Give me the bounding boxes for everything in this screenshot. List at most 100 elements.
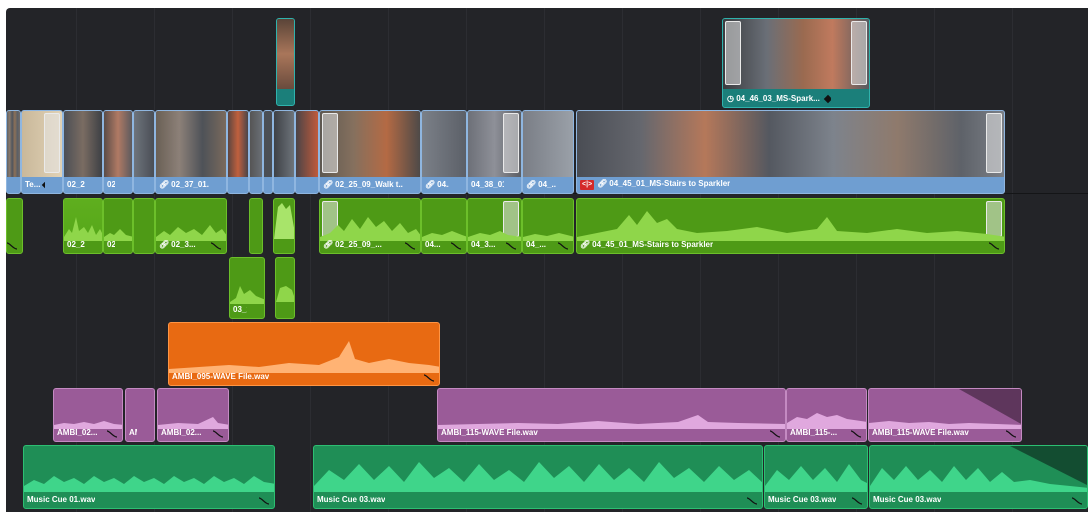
audio-clip[interactable]: 03_1... — [229, 257, 265, 319]
clip-thumbnail — [134, 111, 154, 177]
clip-thumbnail — [7, 111, 20, 177]
clip-label: 02_37_01... — [171, 180, 209, 189]
video-clip[interactable] — [295, 110, 319, 194]
audio-clip[interactable] — [249, 198, 263, 254]
clip-label: 04_46_03_MS-Spark... — [736, 94, 820, 103]
video-clip[interactable] — [249, 110, 263, 194]
speed-icon: ◷ — [727, 94, 734, 103]
audio-clip[interactable]: Music Cue 03.wav — [313, 445, 763, 509]
video-clip[interactable]: 🔗︎02_37_01... — [155, 110, 227, 194]
video-clip[interactable]: 🔗︎04_... — [522, 110, 574, 194]
waveform — [169, 341, 439, 373]
fade-curve-icon — [450, 242, 462, 250]
clip-label: Music Cue 03.wav — [873, 495, 942, 504]
video-clip[interactable]: 02... — [103, 110, 133, 194]
trim-handle-right[interactable] — [503, 113, 519, 173]
clip-thumbnail — [104, 111, 132, 177]
trim-handle-right[interactable] — [851, 21, 867, 85]
video-clip[interactable]: 02_25... — [63, 110, 103, 194]
video-clip[interactable] — [6, 110, 21, 194]
clip-thumbnail — [523, 111, 573, 177]
fade-curve-icon — [212, 430, 224, 438]
clip-label: AMBI_02... — [161, 428, 202, 437]
audio-clip[interactable]: 02_25... — [63, 198, 103, 254]
trim-handle-right[interactable] — [986, 113, 1002, 173]
fade-curve-icon — [746, 497, 758, 505]
audio-clip[interactable]: AMBI_115-WAVE File.wav — [868, 388, 1022, 442]
clip-label: 02_25... — [67, 180, 85, 189]
audio-clip[interactable]: 04_... — [522, 198, 574, 254]
audio-clip[interactable]: Music Cue 03.wav — [869, 445, 1088, 509]
audio-clip[interactable]: Music Cue 03.wav — [764, 445, 868, 509]
fade-curve-icon — [769, 430, 781, 438]
audio-clip[interactable] — [6, 198, 23, 254]
fade-curve-icon — [850, 430, 862, 438]
audio-clip[interactable]: 04... — [421, 198, 467, 254]
waveform — [438, 415, 785, 429]
waveform — [422, 231, 466, 241]
audio-clip[interactable]: 04_3... — [467, 198, 522, 254]
audio-clip[interactable]: 🔗︎ 02_3... — [155, 198, 227, 254]
link-icon: 🔗︎ — [323, 180, 334, 189]
trim-handle-left[interactable] — [322, 113, 338, 173]
audio-clip[interactable]: Music Cue 01.wav — [23, 445, 275, 509]
trim-handle-left[interactable] — [725, 21, 741, 85]
video-clip[interactable]: 🔗︎04... — [421, 110, 467, 194]
video-clip[interactable] — [133, 110, 155, 194]
audio-clip[interactable] — [133, 198, 155, 254]
fade-curve-icon — [851, 497, 863, 505]
clip-thumbnail — [577, 111, 1004, 177]
clip-label: 04_... — [538, 180, 556, 189]
waveform — [765, 464, 867, 492]
audio-clip[interactable]: AMBI_02... — [157, 388, 229, 442]
audio-clip[interactable] — [275, 257, 295, 319]
waveform — [64, 217, 102, 241]
waveform — [314, 462, 762, 492]
clip-thumbnail — [64, 111, 102, 177]
clip-thumbnail — [422, 111, 466, 177]
fade-curve-icon — [988, 242, 1000, 250]
waveform — [577, 211, 1004, 241]
clip-label: 04_... — [526, 240, 547, 249]
video-clip[interactable] — [273, 110, 295, 194]
fade-curve-icon — [557, 242, 569, 250]
clip-label: 04_45_01_MS-Stairs to Sparkler — [609, 179, 731, 188]
clip-label: AMBI_02... — [57, 428, 98, 437]
audio-clip[interactable]: AMBI_115-... — [786, 388, 867, 442]
video-clip[interactable] — [227, 110, 249, 194]
waveform — [54, 421, 122, 429]
sync-icon: <|> — [580, 180, 595, 190]
video-clip[interactable] — [263, 110, 273, 194]
audio-clip[interactable]: 🔗︎ 04_45_01_MS-Stairs to Sparkler — [576, 198, 1005, 254]
audio-clip[interactable]: AMBI_115-WAVE File.wav — [437, 388, 786, 442]
video-clip-v3[interactable] — [276, 18, 295, 106]
video-clip[interactable]: 04_38_01... — [467, 110, 522, 194]
audio-clip[interactable]: 🔗︎ 02_25_09_... — [319, 198, 421, 254]
clip-thumbnail — [228, 111, 248, 177]
link-icon: 🔗︎ — [323, 240, 334, 249]
clip-label: 04... — [437, 180, 449, 189]
clip-label: Music Cue 01.wav — [27, 495, 96, 504]
audio-clip[interactable]: AM... — [125, 388, 155, 442]
audio-clip[interactable]: AMBI_02... — [53, 388, 123, 442]
clip-label: Music Cue 03.wav — [317, 495, 386, 504]
clip-label: 02... — [107, 180, 115, 189]
waveform — [276, 286, 294, 302]
waveform — [869, 389, 1021, 429]
video-clip[interactable]: 🔗︎ 02_25_09_Walk t... — [319, 110, 421, 194]
audio-clip[interactable]: 02... — [103, 198, 133, 254]
keyframe-icon — [823, 94, 832, 104]
fade-curve-icon — [505, 242, 517, 250]
link-icon: 🔗︎ — [159, 180, 170, 189]
trim-handle-right[interactable] — [44, 113, 60, 173]
timeline-panel[interactable]: ◷ 04_46_03_MS-Spark... Te... 02_25... 02… — [6, 8, 1088, 512]
audio-clip[interactable] — [273, 198, 295, 254]
video-clip[interactable]: Te... — [21, 110, 63, 194]
clip-label: 02_25_09_Walk t... — [335, 180, 403, 189]
clip-label: AMBI_095-WAVE File.wav — [172, 372, 270, 381]
link-icon: 🔗︎ — [580, 240, 591, 249]
audio-clip[interactable]: AMBI_095-WAVE File.wav — [168, 322, 440, 386]
clip-label: AMBI_115-WAVE File.wav — [441, 428, 538, 437]
video-clip-v2[interactable]: ◷ 04_46_03_MS-Spark... — [722, 18, 870, 108]
video-clip[interactable]: <|> 🔗︎ 04_45_01_MS-Stairs to Sparkler — [576, 110, 1005, 194]
